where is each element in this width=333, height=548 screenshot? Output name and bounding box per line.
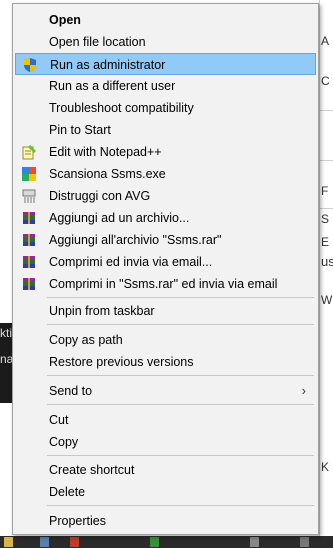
menu-item-copy[interactable]: Copy (15, 431, 316, 453)
menu-item-properties[interactable]: Properties (15, 510, 316, 532)
menu-item-edit-with-notepadpp[interactable]: Edit with Notepad++ (15, 141, 316, 163)
background-text-fragment: F (321, 184, 329, 198)
menu-item-label: Open (49, 13, 81, 27)
background-divider (319, 208, 333, 209)
menu-item-delete[interactable]: Delete (15, 481, 316, 503)
menu-item-label: Copy (49, 435, 79, 449)
menu-separator (47, 404, 314, 405)
menu-item-comprimi-ssms-rar-email[interactable]: Comprimi in "Ssms.rar" ed invia via emai… (15, 273, 316, 295)
winrar-icon (21, 210, 37, 226)
menu-item-run-as-different-user[interactable]: Run as a different user (15, 75, 316, 97)
menu-item-label: Run as a different user (49, 79, 176, 93)
taskbar-app-icon[interactable] (70, 537, 79, 547)
menu-item-troubleshoot-compatibility[interactable]: Troubleshoot compatibility (15, 97, 316, 119)
menu-item-label: Properties (49, 514, 106, 528)
background-divider (319, 160, 333, 161)
background-window-left (0, 0, 12, 548)
avg-shredder-icon (21, 188, 37, 204)
background-window-right: A C F S E us W K (319, 0, 333, 548)
menu-item-aggiungi-archivio[interactable]: Aggiungi ad un archivio... (15, 207, 316, 229)
winrar-icon (21, 276, 37, 292)
menu-item-label: Run as administrator (50, 58, 166, 72)
menu-item-label: Edit with Notepad++ (49, 145, 162, 159)
menu-item-open-file-location[interactable]: Open file location (15, 31, 316, 53)
menu-item-label: Open file location (49, 35, 146, 49)
background-text-fragment: C (321, 74, 330, 88)
folder-icon[interactable] (4, 537, 13, 547)
menu-item-comprimi-email[interactable]: Comprimi ed invia via email... (15, 251, 316, 273)
menu-item-cut[interactable]: Cut (15, 409, 316, 431)
menu-item-label: Scansiona Ssms.exe (49, 167, 166, 181)
context-menu: Open Open file location Run as administr… (12, 3, 319, 535)
menu-item-label: Restore previous versions (49, 355, 194, 369)
winrar-icon (21, 232, 37, 248)
menu-separator (47, 297, 314, 298)
taskbar-app-icon[interactable] (300, 537, 309, 547)
background-text-fragment: E (321, 235, 330, 249)
uac-shield-icon (22, 57, 38, 73)
menu-separator (47, 324, 314, 325)
menu-item-copy-as-path[interactable]: Copy as path (15, 329, 316, 351)
background-divider (319, 0, 320, 548)
winrar-icon (21, 254, 37, 270)
background-text-fragment: us (321, 254, 333, 269)
menu-item-label: Delete (49, 485, 86, 499)
menu-item-label: Comprimi in "Ssms.rar" ed invia via emai… (49, 277, 278, 291)
menu-item-label: Copy as path (49, 333, 123, 347)
menu-item-label: Unpin from taskbar (49, 304, 155, 318)
background-text-fragment: W (321, 293, 333, 307)
menu-item-open[interactable]: Open (15, 9, 316, 31)
menu-item-label: Troubleshoot compatibility (49, 101, 194, 115)
menu-item-pin-to-start[interactable]: Pin to Start (15, 119, 316, 141)
menu-item-label: Pin to Start (49, 123, 111, 137)
malwarebytes-icon (21, 166, 37, 182)
menu-item-label: Cut (49, 413, 69, 427)
menu-item-restore-previous-versions[interactable]: Restore previous versions (15, 351, 316, 373)
menu-item-create-shortcut[interactable]: Create shortcut (15, 459, 316, 481)
notepad-plus-plus-icon (21, 144, 37, 160)
menu-item-send-to[interactable]: Send to › (15, 380, 316, 402)
menu-item-label: Aggiungi all'archivio "Ssms.rar" (49, 233, 222, 247)
taskbar-app-icon[interactable] (250, 537, 259, 547)
taskbar-app-icon[interactable] (40, 537, 49, 547)
background-text-fragment: K (321, 460, 330, 474)
menu-item-distruggi-con-avg[interactable]: Distruggi con AVG (15, 185, 316, 207)
menu-item-unpin-from-taskbar[interactable]: Unpin from taskbar (15, 300, 316, 322)
menu-item-aggiungi-ssms-rar[interactable]: Aggiungi all'archivio "Ssms.rar" (15, 229, 316, 251)
menu-separator (47, 455, 314, 456)
background-divider (319, 110, 333, 111)
taskbar-app-icon[interactable] (150, 537, 159, 547)
menu-item-label: Comprimi ed invia via email... (49, 255, 213, 269)
chevron-right-icon: › (301, 383, 306, 398)
background-dark-panel: kti na (0, 323, 13, 403)
background-text-fragment: S (321, 212, 330, 226)
menu-item-run-as-administrator[interactable]: Run as administrator (15, 53, 316, 75)
background-text-fragment: kti (0, 326, 12, 340)
menu-item-label: Distruggi con AVG (49, 189, 151, 203)
menu-separator (47, 505, 314, 506)
taskbar (0, 536, 333, 548)
menu-item-label: Aggiungi ad un archivio... (49, 211, 190, 225)
background-text-fragment: A (321, 34, 330, 48)
menu-item-label: Create shortcut (49, 463, 135, 477)
menu-separator (47, 375, 314, 376)
menu-item-scansiona[interactable]: Scansiona Ssms.exe (15, 163, 316, 185)
menu-item-label: Send to (49, 384, 93, 398)
